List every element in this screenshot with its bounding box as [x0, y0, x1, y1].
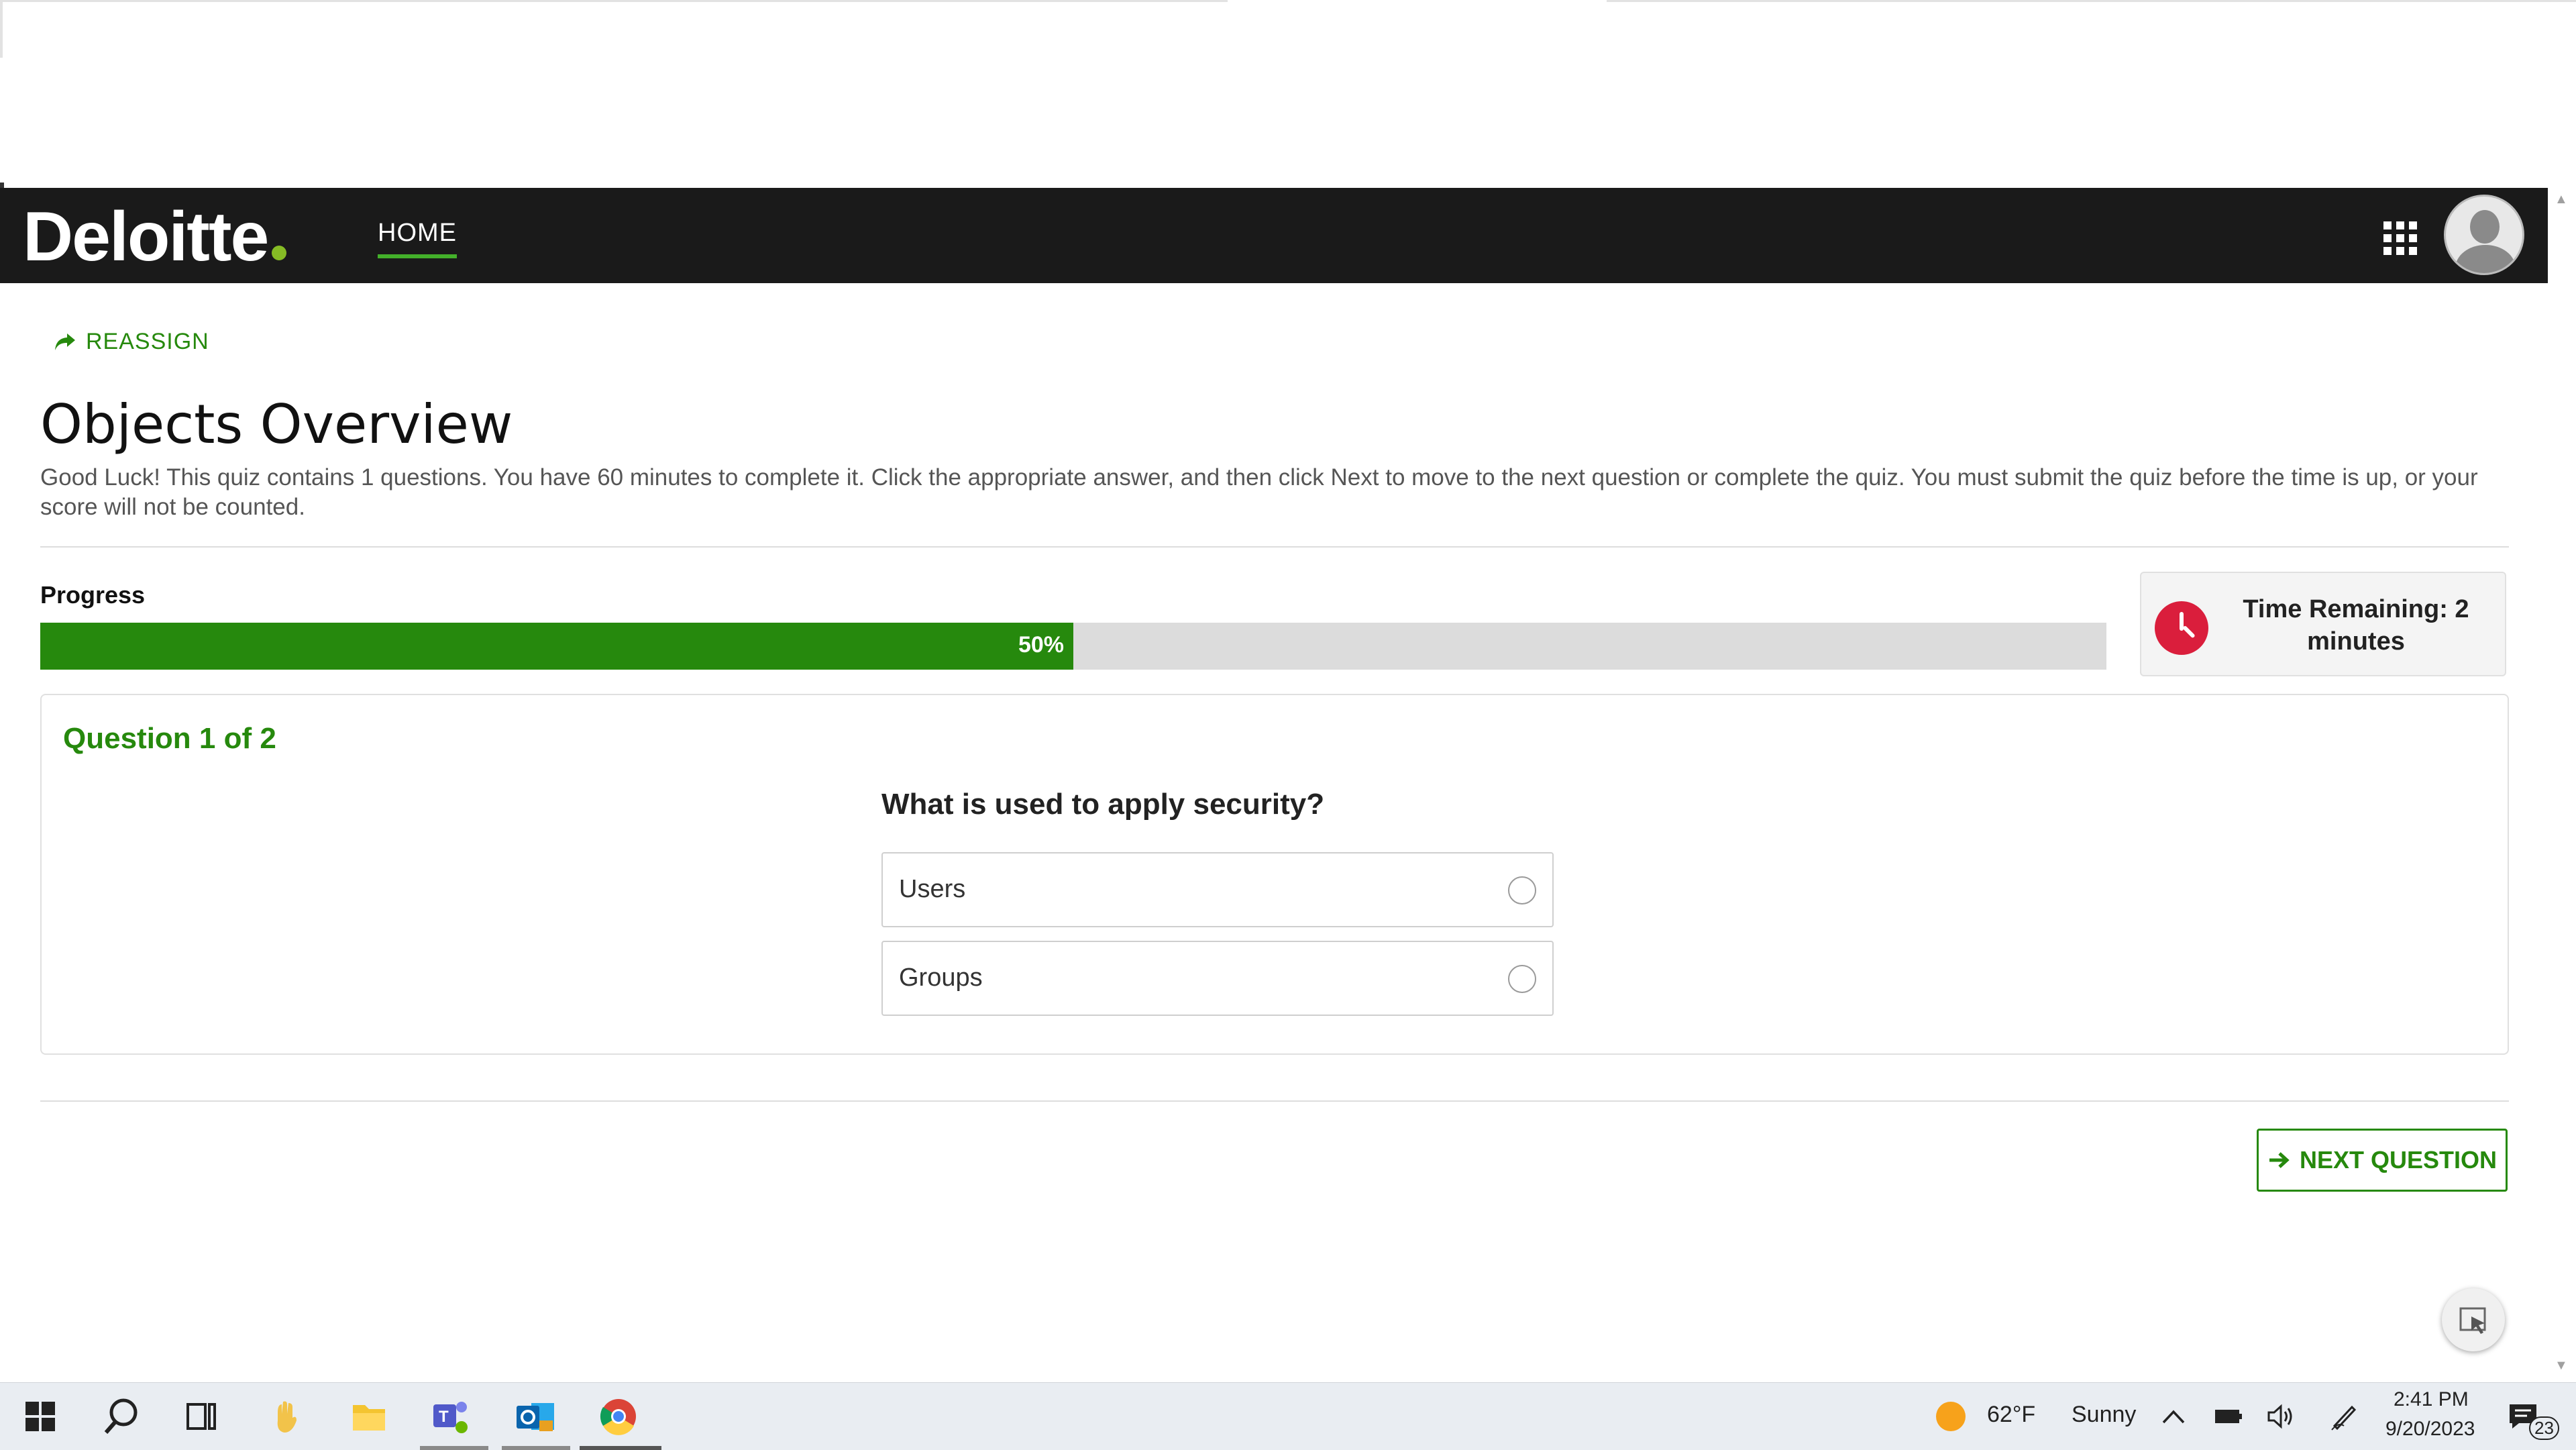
clock-date[interactable]: 9/20/2023 [2385, 1418, 2475, 1441]
scroll-up-arrow-icon[interactable]: ▲ [2555, 192, 2568, 207]
share-arrow-icon [55, 333, 75, 350]
chrome-icon[interactable] [598, 1396, 639, 1437]
weather-temperature[interactable]: 62°F [1987, 1402, 2035, 1428]
chevron-up-icon[interactable] [2156, 1396, 2191, 1437]
tab-strip-line [0, 0, 1228, 2]
logo-text: Deloitte [23, 198, 269, 276]
volume-icon[interactable] [2261, 1396, 2301, 1437]
window-edge [0, 0, 3, 58]
browser-chrome-area [0, 0, 2576, 188]
apps-grid-icon[interactable] [2383, 221, 2418, 255]
teams-icon[interactable]: T [431, 1396, 471, 1437]
nav-home-link[interactable]: HOME [378, 219, 457, 258]
time-remaining-panel: Time Remaining: 2 minutes [2140, 572, 2506, 676]
task-view-icon[interactable] [181, 1396, 221, 1437]
radio-button[interactable] [1508, 965, 1536, 993]
pen-icon[interactable] [2324, 1396, 2364, 1437]
active-app-indicator [420, 1446, 488, 1450]
user-avatar[interactable] [2444, 195, 2524, 275]
battery-icon[interactable] [2208, 1396, 2249, 1437]
arrow-right-icon [2269, 1152, 2290, 1168]
avatar-body [2455, 245, 2516, 273]
progress-percent: 50% [1018, 632, 1064, 658]
divider [40, 546, 2509, 548]
answer-option-groups[interactable]: Groups [881, 941, 1554, 1016]
avatar-head [2470, 210, 2500, 244]
windows-start-icon[interactable] [20, 1396, 60, 1437]
hand-app-icon[interactable] [266, 1396, 306, 1437]
question-card: Question 1 of 2 What is used to apply se… [40, 694, 2509, 1055]
next-question-label: NEXT QUESTION [2299, 1146, 2498, 1174]
notification-count-badge: 23 [2529, 1416, 2559, 1440]
weather-sun-icon[interactable] [1932, 1396, 1970, 1437]
quiz-instructions: Good Luck! This quiz contains 1 question… [40, 464, 2478, 520]
reassign-link[interactable]: REASSIGN [54, 329, 209, 355]
clock-time[interactable]: 2:41 PM [2394, 1388, 2469, 1411]
windows-taskbar: T 62°F Sunny 2:41 PM 9/20/2023 23 [0, 1382, 2576, 1450]
radio-button[interactable] [1508, 876, 1536, 904]
next-question-button[interactable]: NEXT QUESTION [2257, 1129, 2508, 1192]
outlook-icon[interactable] [515, 1396, 555, 1437]
active-app-indicator [580, 1446, 661, 1450]
page-title: Objects Overview [40, 393, 513, 456]
weather-description[interactable]: Sunny [2072, 1402, 2136, 1428]
question-text: What is used to apply security? [881, 788, 1325, 821]
deloitte-logo[interactable]: Deloitte [23, 193, 287, 280]
answer-option-label: Users [899, 875, 966, 903]
tab-strip-line [1607, 0, 2576, 2]
search-icon[interactable] [101, 1396, 141, 1437]
active-app-indicator [502, 1446, 570, 1450]
progress-label: Progress [40, 581, 146, 609]
site-header: Deloitte HOME [0, 188, 2548, 283]
file-explorer-icon[interactable] [349, 1396, 389, 1437]
time-remaining-text: Time Remaining: 2 minutes [2243, 595, 2469, 656]
progress-fill: 50% [40, 623, 1073, 670]
progress-bar: 50% [40, 623, 2106, 670]
cursor-select-icon [2459, 1307, 2486, 1334]
reassign-label: REASSIGN [86, 329, 209, 354]
divider [40, 1100, 2509, 1102]
svg-text:T: T [439, 1408, 449, 1426]
selection-tool-button[interactable] [2442, 1288, 2505, 1351]
answer-option-users[interactable]: Users [881, 852, 1554, 927]
logo-dot [272, 246, 287, 260]
answer-option-label: Groups [899, 964, 983, 992]
clock-icon [2155, 601, 2208, 655]
window-corner [0, 183, 4, 188]
question-counter: Question 1 of 2 [63, 722, 276, 755]
scroll-down-arrow-icon[interactable]: ▼ [2555, 1358, 2568, 1374]
page-scrollbar[interactable]: ▲ ▼ [2548, 188, 2576, 1382]
